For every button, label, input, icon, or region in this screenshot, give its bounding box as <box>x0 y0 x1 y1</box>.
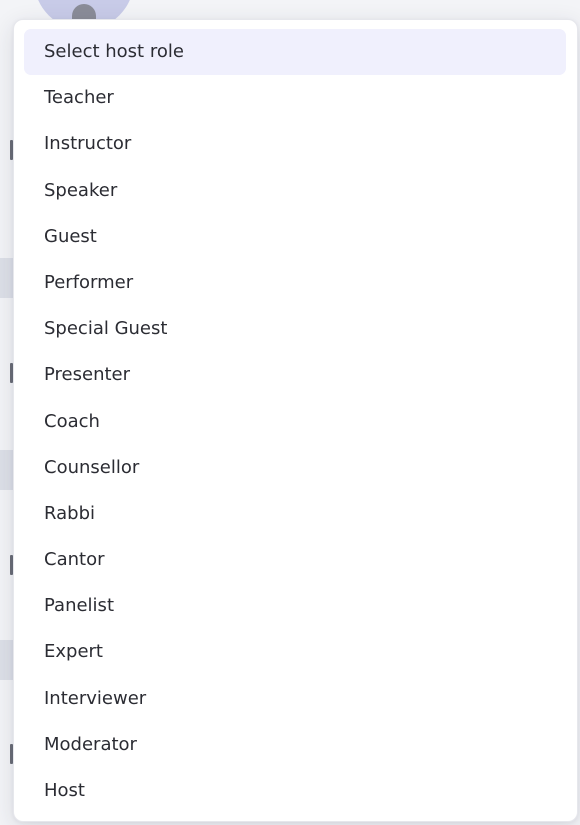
option-expert[interactable]: Expert <box>24 629 566 675</box>
option-special-guest[interactable]: Special Guest <box>24 306 566 352</box>
option-panelist[interactable]: Panelist <box>24 583 566 629</box>
option-guest[interactable]: Guest <box>24 214 566 260</box>
option-cantor[interactable]: Cantor <box>24 537 566 583</box>
background-field <box>0 450 14 490</box>
option-presenter[interactable]: Presenter <box>24 352 566 398</box>
option-host[interactable]: Host <box>24 768 566 814</box>
option-counsellor[interactable]: Counsellor <box>24 445 566 491</box>
background-field <box>0 258 14 298</box>
option-coach[interactable]: Coach <box>24 399 566 445</box>
background-field <box>0 640 14 680</box>
option-teacher[interactable]: Teacher <box>24 75 566 121</box>
host-role-dropdown[interactable]: Select host role Teacher Instructor Spea… <box>13 19 578 822</box>
option-select-host-role[interactable]: Select host role <box>24 29 566 76</box>
option-moderator[interactable]: Moderator <box>24 722 566 768</box>
option-interviewer[interactable]: Interviewer <box>24 676 566 722</box>
host-role-options: Select host role Teacher Instructor Spea… <box>14 29 577 814</box>
option-rabbi[interactable]: Rabbi <box>24 491 566 537</box>
option-instructor[interactable]: Instructor <box>24 121 566 167</box>
option-performer[interactable]: Performer <box>24 260 566 306</box>
option-speaker[interactable]: Speaker <box>24 168 566 214</box>
